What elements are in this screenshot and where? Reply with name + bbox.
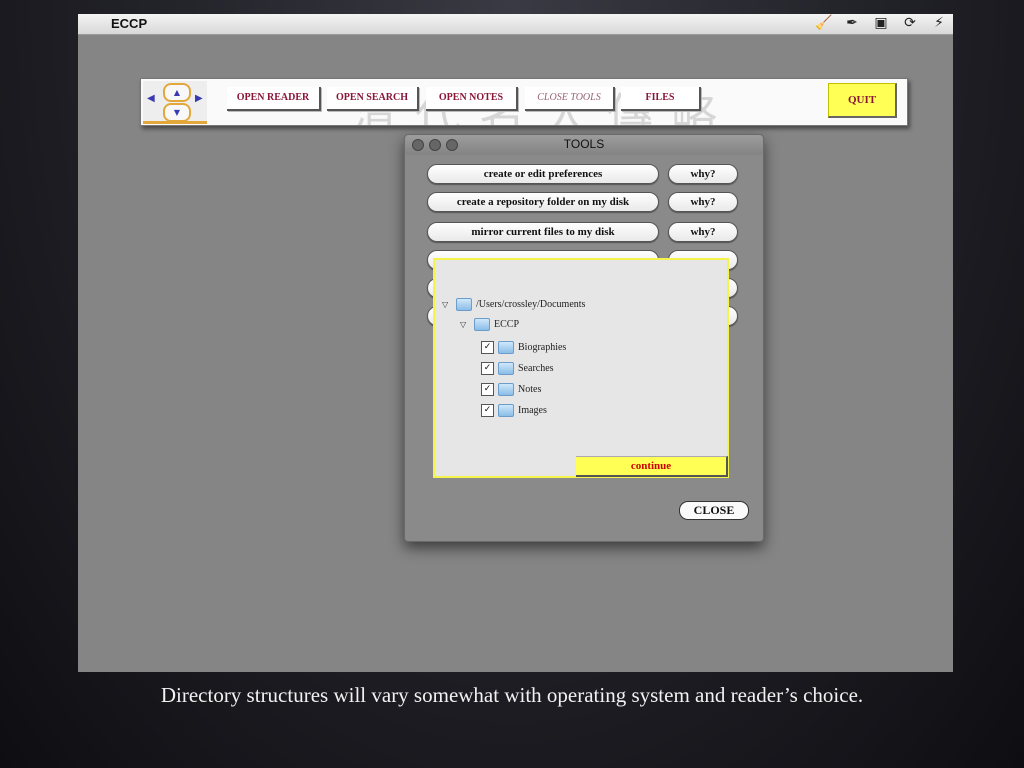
app-screen: ECCP 🧹 ✒ ▣ ⟳ ⚡ 清代名人傳略 ◀ ▲ ▼ ▶ OPEN READE… bbox=[78, 14, 953, 672]
mirror-files-button[interactable]: mirror current files to my disk bbox=[427, 222, 659, 242]
repository-folder-button[interactable]: create a repository folder on my disk bbox=[427, 192, 659, 212]
folder-icon bbox=[474, 317, 490, 331]
pen-icon[interactable]: ✒ bbox=[844, 15, 860, 31]
main-toolbar: 清代名人傳略 ◀ ▲ ▼ ▶ OPEN READER OPEN SEARCH O… bbox=[140, 78, 908, 126]
quit-button[interactable]: QUIT bbox=[828, 83, 897, 118]
app-folder-row[interactable]: ▽ ECCP bbox=[460, 316, 519, 332]
disclosure-triangle-icon[interactable]: ▽ bbox=[442, 300, 452, 309]
power-icon[interactable]: ⚡ bbox=[931, 15, 947, 31]
open-notes-button[interactable]: OPEN NOTES bbox=[426, 87, 518, 111]
subfolder-row[interactable]: ✓ Biographies bbox=[481, 339, 566, 355]
sync-icon[interactable]: ⟳ bbox=[902, 15, 918, 31]
tools-title: TOOLS bbox=[563, 137, 605, 151]
previous-arrow-icon[interactable]: ◀ bbox=[147, 93, 155, 104]
subfolder-label: Searches bbox=[518, 362, 554, 374]
continue-button[interactable]: continue bbox=[576, 456, 728, 477]
app-menu-name[interactable]: ECCP bbox=[111, 16, 147, 31]
subfolder-row[interactable]: ✓ Images bbox=[481, 402, 547, 418]
subfolder-label: Biographies bbox=[518, 341, 567, 353]
tools-titlebar[interactable]: TOOLS bbox=[405, 135, 763, 155]
close-tools-button[interactable]: CLOSE TOOLS bbox=[525, 87, 615, 111]
root-folder-label: /Users/crossley/Documents bbox=[476, 298, 586, 310]
subfolder-row[interactable]: ✓ Searches bbox=[481, 360, 554, 376]
preferences-button[interactable]: create or edit preferences bbox=[427, 164, 659, 184]
checkbox-checked[interactable]: ✓ bbox=[481, 382, 494, 396]
checkbox-checked[interactable]: ✓ bbox=[481, 340, 494, 354]
checkbox-checked[interactable]: ✓ bbox=[481, 403, 494, 417]
folder-structure-dialog: ▽ /Users/crossley/Documents ▽ ECCP ✓ Bio… bbox=[433, 258, 729, 478]
open-search-button[interactable]: OPEN SEARCH bbox=[327, 87, 419, 111]
subfolder-label: Notes bbox=[518, 383, 542, 395]
subfolder-row[interactable]: ✓ Notes bbox=[481, 381, 541, 397]
folder-icon bbox=[498, 403, 514, 417]
why-mirror-button[interactable]: why? bbox=[668, 222, 738, 242]
app-folder-label: ECCP bbox=[494, 318, 520, 330]
root-folder-row[interactable]: ▽ /Users/crossley/Documents bbox=[442, 296, 585, 312]
disclosure-triangle-icon[interactable]: ▽ bbox=[460, 320, 470, 329]
close-button[interactable]: CLOSE bbox=[679, 501, 749, 520]
files-button[interactable]: FILES bbox=[621, 87, 701, 111]
subfolder-label: Images bbox=[518, 404, 547, 416]
menu-extras: 🧹 ✒ ▣ ⟳ ⚡ bbox=[815, 15, 947, 31]
next-arrow-icon[interactable]: ▶ bbox=[195, 93, 203, 104]
why-repository-button[interactable]: why? bbox=[668, 192, 738, 212]
why-preferences-button[interactable]: why? bbox=[668, 164, 738, 184]
down-arrow-icon[interactable]: ▼ bbox=[163, 103, 191, 122]
slide-caption: Directory structures will vary somewhat … bbox=[160, 683, 864, 707]
folder-icon bbox=[498, 340, 514, 354]
folder-icon bbox=[498, 361, 514, 375]
open-reader-button[interactable]: OPEN READER bbox=[227, 87, 321, 111]
folder-icon bbox=[498, 382, 514, 396]
broom-icon[interactable]: 🧹 bbox=[815, 15, 832, 31]
folder-icon bbox=[456, 297, 472, 311]
menu-bar: ECCP 🧹 ✒ ▣ ⟳ ⚡ bbox=[78, 14, 953, 35]
up-arrow-icon[interactable]: ▲ bbox=[163, 83, 191, 102]
window-icon[interactable]: ▣ bbox=[873, 15, 889, 31]
navigation-pad: ◀ ▲ ▼ ▶ bbox=[143, 81, 207, 124]
checkbox-checked[interactable]: ✓ bbox=[481, 361, 494, 375]
